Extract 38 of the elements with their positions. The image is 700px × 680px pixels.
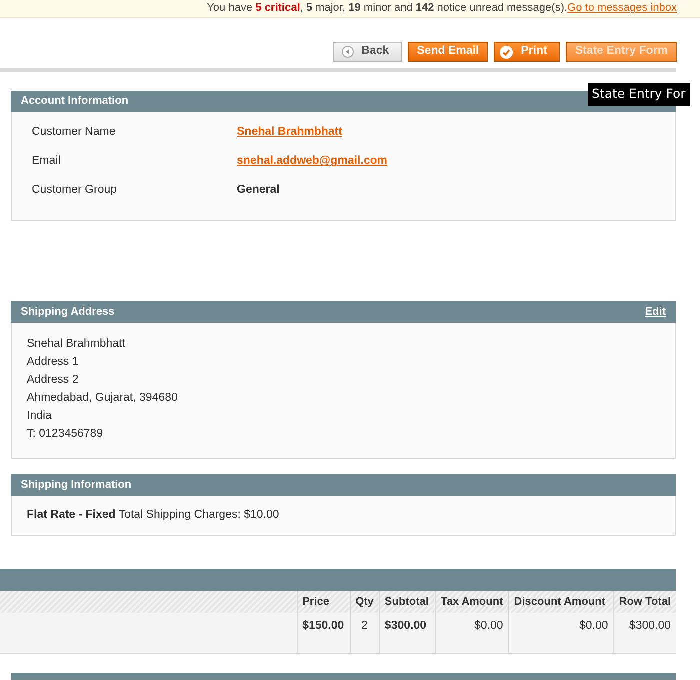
address-line: Address 1 [27,355,79,370]
table-cell: 2 [350,613,380,653]
notice-text: You have 5 critical, 5 major, 19 minor and 142 notice unread message(s). [207,1,568,16]
table-cell: $150.00 [297,613,350,653]
address-line: Snehal Brahmbhatt [27,337,126,352]
inbox-link[interactable]: Go to messages inbox [568,0,677,17]
edit-link[interactable]: Edit [645,304,666,320]
table-cell: $300.00 [614,613,676,653]
section-title: Shipping Address [21,304,115,320]
field-label: Customer Name [32,125,117,140]
field-label: Email [32,154,62,170]
arrow-left-icon [342,46,354,58]
address-line: Address 2 [27,373,79,388]
column-header: Tax Amount [435,591,509,613]
column-header: Price [297,591,350,613]
field-value: General [237,183,280,198]
back-button[interactable]: Back [332,42,402,62]
column-header: Subtotal [379,591,436,613]
tooltip: State Entry For [588,83,690,106]
section-title: Account Information [21,94,129,110]
section-title: Shipping Information [21,478,132,493]
print-button[interactable]: Print [494,42,560,62]
state-entry-form-button[interactable]: State Entry Form [566,42,677,62]
send-email-button[interactable]: Send Email [408,42,488,62]
field-link[interactable]: Snehal Brahmbhatt [237,124,342,142]
field-label: Customer Group [32,183,118,198]
address-line: India [27,409,52,424]
checkmark-icon [500,46,514,58]
table-cell: $0.00 [435,613,509,653]
field-link[interactable]: snehal.addweb@gmail.com [237,153,388,171]
address-line: T: 0123456789 [27,427,104,442]
address-line: Ahmedabad, Gujarat, 394680 [27,391,178,406]
column-header: Discount Amount [508,591,614,613]
column-header: Row Total [614,591,676,613]
column-header: Qty [350,591,380,613]
table-cell: $300.00 [379,613,436,653]
table-cell: $0.00 [508,613,614,653]
shipping-method-text: Flat Rate - Fixed Total Shipping Charges: $10.00 [27,508,280,523]
